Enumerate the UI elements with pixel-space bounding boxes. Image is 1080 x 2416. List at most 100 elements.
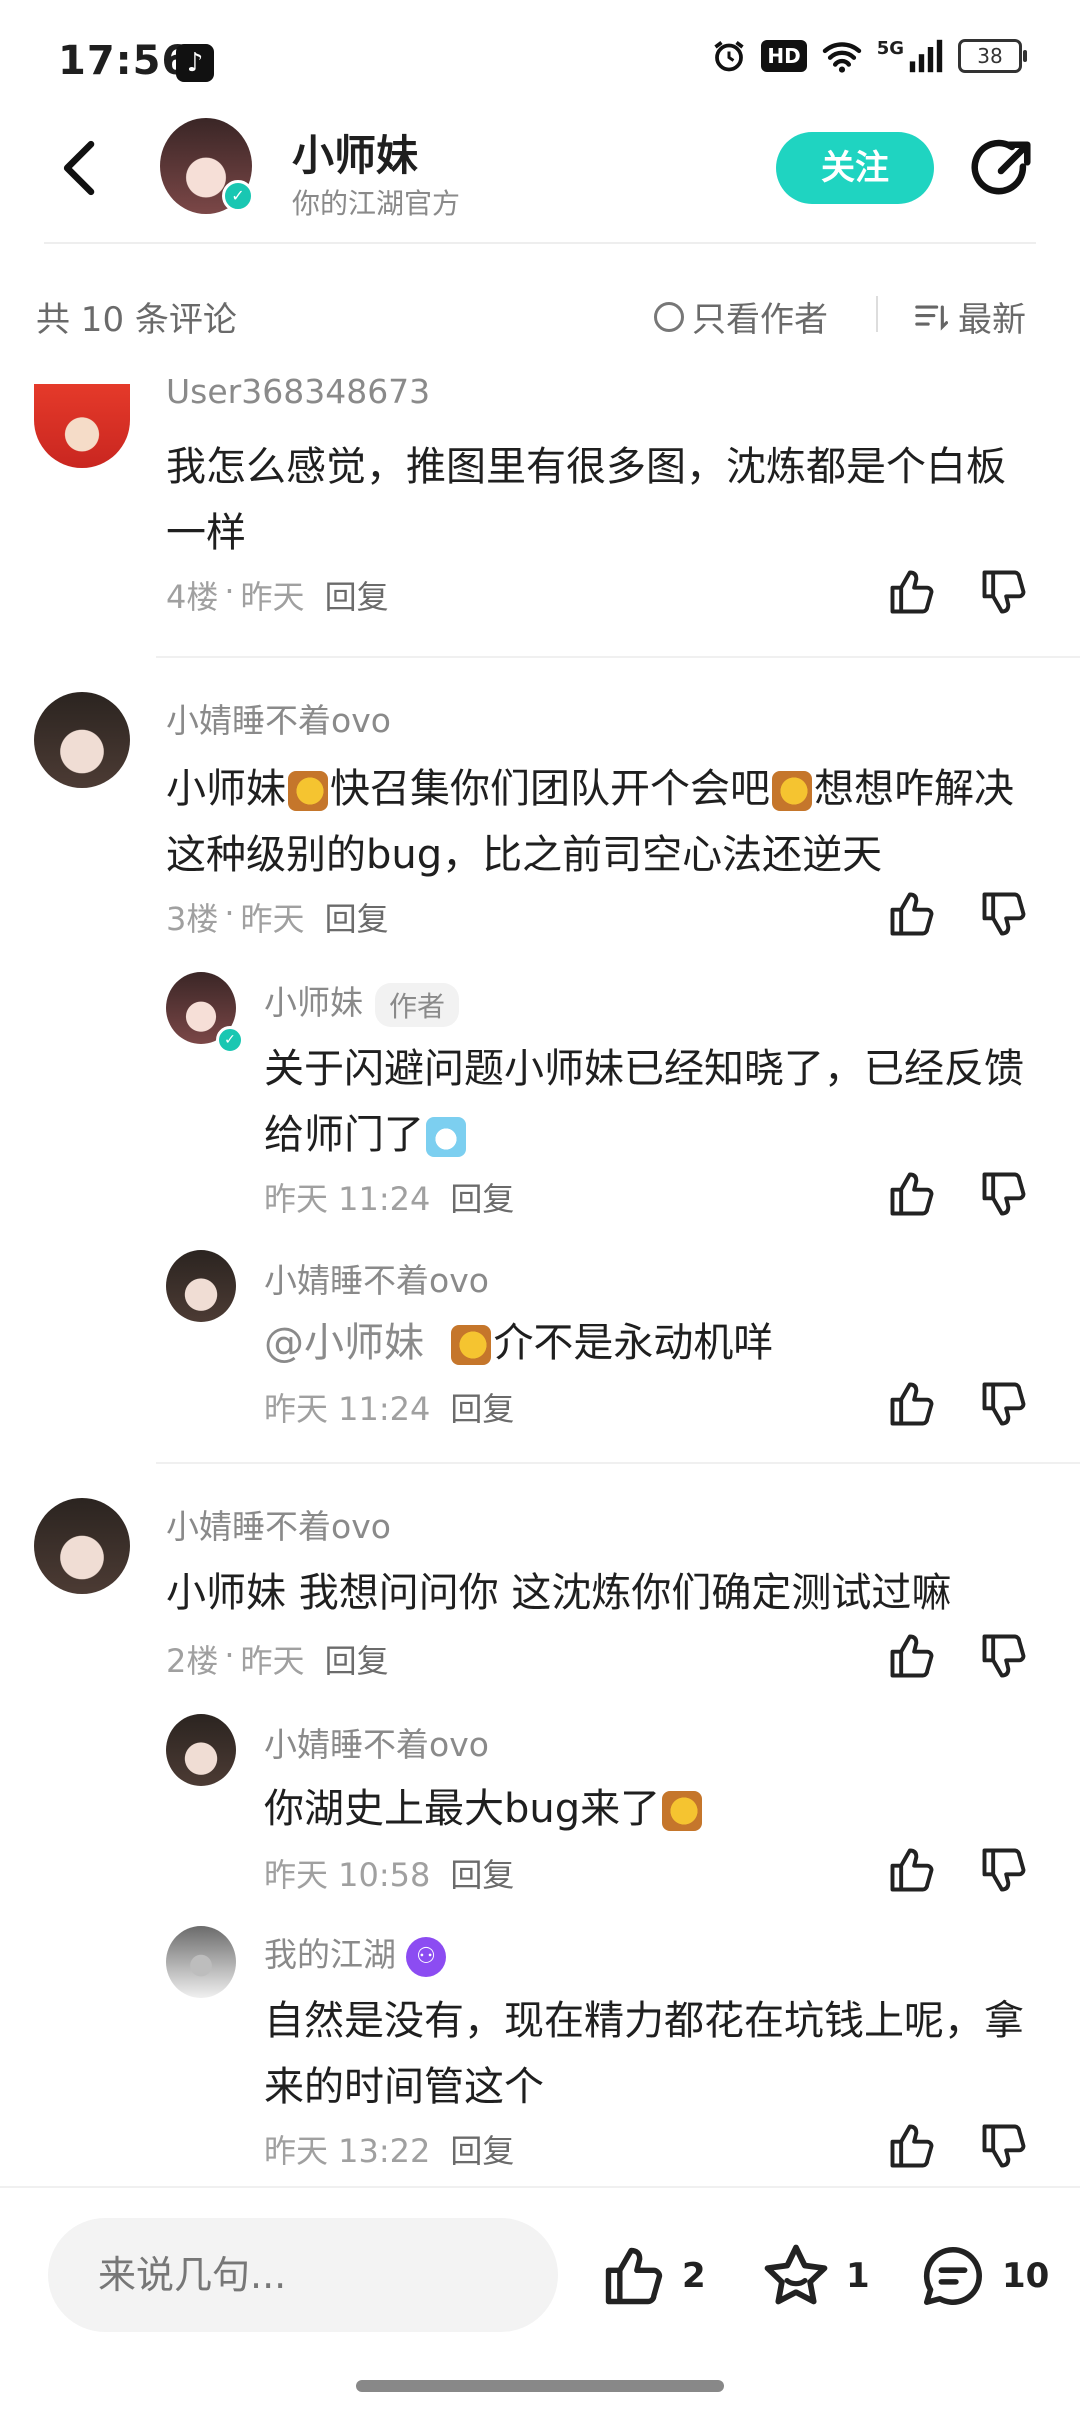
reply-meta: 昨天 11:24 回复 [264, 1384, 514, 1430]
commenter-name[interactable]: 小婧睡不着ovo [166, 694, 391, 742]
like-icon[interactable] [886, 566, 938, 618]
like-icon[interactable] [886, 888, 938, 940]
reply-button[interactable]: 回复 [450, 1850, 514, 1896]
like-icon[interactable] [886, 1630, 938, 1682]
comment-bubble-icon [923, 2246, 982, 2306]
reply-author-name: 小师妹 作者 [264, 976, 460, 1027]
commenter-avatar[interactable] [34, 384, 130, 468]
reply-mention[interactable]: @小师妹 [264, 1320, 424, 1366]
comment-floor: 3楼 [166, 900, 219, 938]
header-account-name[interactable]: 小师妹 [292, 122, 418, 183]
reply-author-name: 我的江湖 ⚇ [264, 1928, 446, 1977]
sort-label: 最新 [958, 300, 1026, 340]
back-button[interactable] [58, 138, 102, 198]
comment-text: 小师妹 快召集你们团队开个会吧 想想咋解决这种级别的bug，比之前司空心法还逆天 [166, 756, 1036, 888]
like-post-button[interactable]: 2 [600, 2236, 706, 2316]
share-icon[interactable] [966, 136, 1036, 206]
comment-divider [156, 1462, 1080, 1464]
comment-input[interactable]: 来说几句... [48, 2218, 558, 2332]
reply-time: 昨天 11:24 [264, 1390, 431, 1428]
author-only-label: 只看作者 [692, 300, 828, 340]
like-icon[interactable] [886, 1168, 938, 1220]
reply-button[interactable]: 回复 [450, 2126, 514, 2172]
dislike-icon[interactable] [978, 2120, 1030, 2172]
reply-avatar[interactable] [166, 1714, 236, 1786]
reply-name[interactable]: 小师妹 [264, 983, 363, 1022]
star-icon [764, 2244, 828, 2305]
status-time: 17:56 [58, 38, 191, 84]
reply-text: @小师妹 介不是永动机咩 [264, 1310, 1044, 1376]
reply-text: 关于闪避问题小师妹已经知晓了，已经反馈给师门了 [264, 1036, 1044, 1168]
reply-button[interactable]: 回复 [450, 1174, 514, 1220]
like-icon[interactable] [886, 1378, 938, 1430]
reply-name[interactable]: 小婧睡不着ovo [264, 1718, 489, 1766]
comment-text-part: 小师妹 [166, 766, 286, 812]
reply-text-body: 关于闪避问题小师妹已经知晓了，已经反馈给师门了 [264, 1046, 1024, 1158]
battery-indicator: 38 [958, 39, 1027, 73]
dislike-icon[interactable] [978, 1378, 1030, 1430]
reply-text-body: 介不是永动机咩 [493, 1320, 774, 1366]
game-controller-icon: ⚇ [406, 1936, 446, 1977]
sweat-emoji-icon [662, 1791, 703, 1831]
thinking-emoji-icon [772, 771, 812, 811]
comment-meta: 3楼 · 昨天 回复 [166, 894, 389, 940]
reply-time: 昨天 13:22 [264, 2132, 431, 2170]
dislike-icon[interactable] [978, 888, 1030, 940]
thumbs-up-icon [605, 2247, 663, 2305]
reply-name[interactable]: 我的江湖 [264, 1935, 396, 1974]
sort-newest-button[interactable]: 最新 [914, 292, 1026, 341]
reply-meta: 昨天 10:58 回复 [264, 1850, 514, 1896]
battery-level: 38 [977, 44, 1003, 68]
thinking-emoji-icon [288, 771, 328, 811]
verified-icon: ✓ [216, 1026, 244, 1054]
verified-icon: ✓ [222, 180, 254, 212]
header-divider [44, 242, 1036, 244]
like-icon[interactable] [886, 2120, 938, 2172]
radio-icon [654, 301, 684, 332]
comment-count: 10 [1002, 2256, 1050, 2296]
reply-button[interactable]: 回复 [325, 572, 389, 618]
favorite-button[interactable]: 1 [760, 2236, 870, 2316]
dislike-icon[interactable] [978, 566, 1030, 618]
comments-button[interactable]: 10 [918, 2236, 1049, 2316]
wifi-icon [822, 42, 861, 73]
dislike-icon[interactable] [978, 1168, 1030, 1220]
author-only-toggle[interactable]: 只看作者 [654, 292, 828, 341]
reply-text: 你湖史上最大bug来了 [264, 1776, 1044, 1842]
sort-divider [876, 296, 878, 332]
reply-button[interactable]: 回复 [325, 894, 389, 940]
like-icon[interactable] [886, 1844, 938, 1896]
reply-button[interactable]: 回复 [450, 1384, 514, 1430]
home-indicator[interactable] [356, 2380, 724, 2392]
commenter-avatar[interactable] [34, 692, 130, 788]
header-account-subtitle: 你的江湖官方 [292, 187, 461, 220]
author-tag: 作者 [375, 982, 460, 1027]
reply-time: 昨天 11:24 [264, 1180, 431, 1218]
comment-divider [156, 656, 1080, 658]
follow-button[interactable]: 关注 [776, 132, 934, 204]
sort-icon [915, 305, 948, 331]
reply-button[interactable]: 回复 [325, 1636, 389, 1682]
favorite-count: 1 [846, 2256, 870, 2296]
reply-text: 自然是没有，现在精力都花在坑钱上呢，拿来的时间管这个 [264, 1998, 1024, 2110]
commenter-avatar[interactable] [34, 1498, 130, 1594]
hd-badge: HD [761, 40, 807, 72]
reply-name[interactable]: 小婧睡不着ovo [264, 1254, 489, 1302]
comment-text-part: 快召集你们团队开个会吧 [330, 766, 770, 812]
comment-time: 昨天 [240, 1642, 305, 1680]
status-icons: HD 5G 38 [711, 38, 1027, 74]
comment-text: 我怎么感觉，推图里有很多图，沈炼都是个白板一样 [166, 444, 1006, 556]
dislike-icon[interactable] [978, 1844, 1030, 1896]
reply-avatar[interactable] [166, 1926, 236, 1998]
commenter-name[interactable]: 小婧睡不着ovo [166, 1500, 391, 1548]
comment-text: 小师妹 我想问问你 这沈炼你们确定测试过嘛 [166, 1570, 952, 1616]
comments-count: 共 10 条评论 [36, 300, 237, 340]
comment-meta: 4楼 · 昨天 回复 [166, 572, 389, 618]
like-count: 2 [682, 2256, 706, 2296]
dislike-icon[interactable] [978, 1630, 1030, 1682]
reply-avatar[interactable] [166, 1250, 236, 1322]
tiktok-notification-icon: ♪ [176, 44, 214, 82]
commenter-name[interactable]: User368348673 [166, 372, 430, 411]
reply-meta: 昨天 11:24 回复 [264, 1174, 514, 1220]
comment-time: 昨天 [240, 900, 305, 938]
